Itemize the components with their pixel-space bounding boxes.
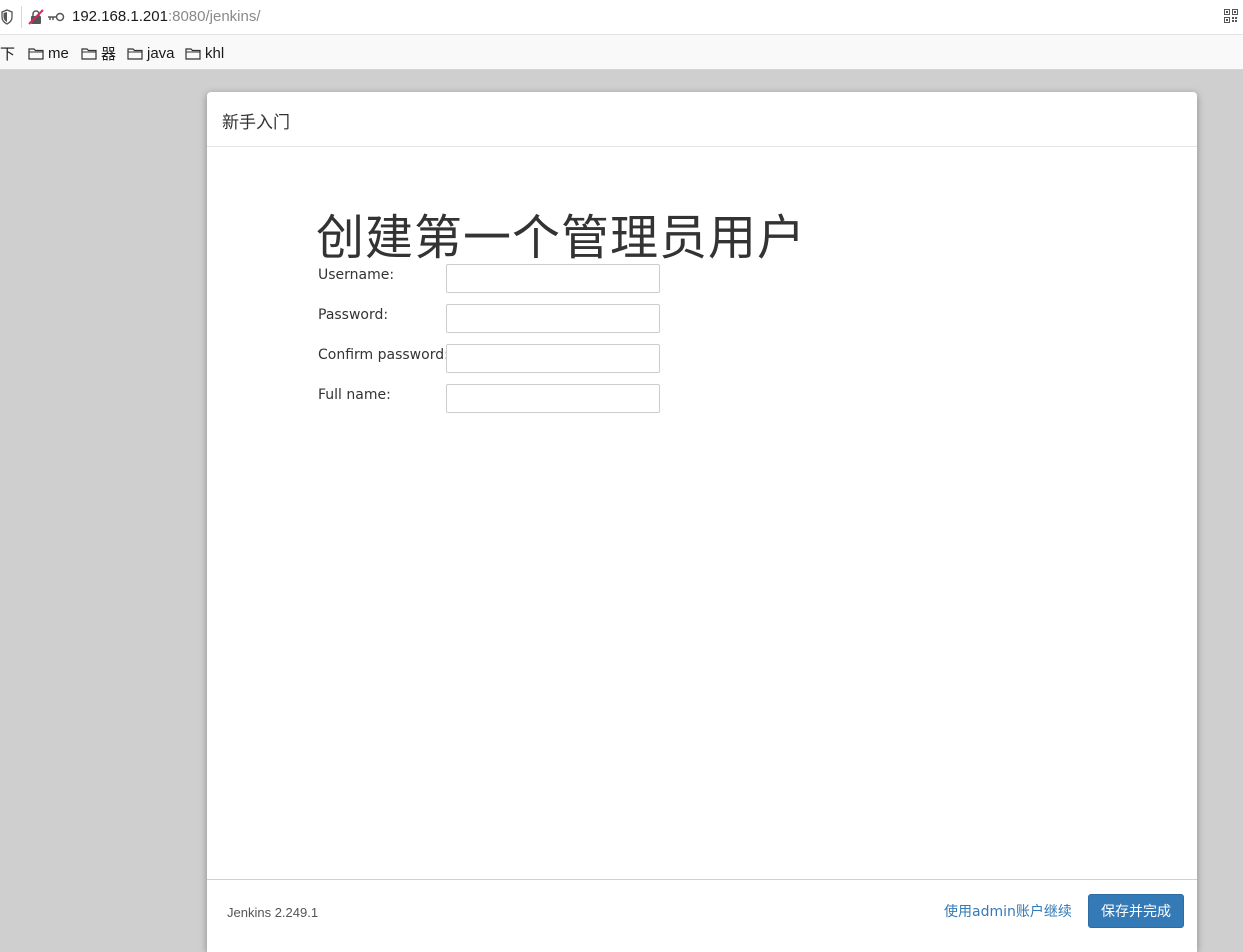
save-and-finish-button[interactable]: 保存并完成 [1088,894,1184,928]
username-label: Username: [318,267,395,283]
qr-code-icon[interactable] [1224,9,1238,23]
password-input[interactable] [446,304,660,333]
folder-icon [28,47,44,60]
folder-icon [81,47,97,60]
bookmark-label: java [147,44,175,62]
url-host: 192.168.1.201 [72,8,168,25]
url-bar[interactable]: 192.168.1.201:8080/jenkins/ [0,0,1243,35]
bookmark-label: me [48,44,69,62]
bookmark-item-3[interactable]: java [127,44,175,62]
url-path: :8080/jenkins/ [167,8,261,25]
full-name-label: Full name: [318,387,391,403]
bookmark-label: 器 [101,45,117,63]
dialog-header: 新手入门 [207,92,1197,147]
setup-wizard-dialog: 新手入门 创建第一个管理员用户 Username: Password: Conf… [207,92,1197,952]
bookmark-item-0[interactable]: 下 [0,44,16,63]
confirm-password-label: Confirm password: [318,347,449,363]
continue-as-admin-link[interactable]: 使用admin账户继续 [944,901,1072,921]
bookmark-label: 下 [0,45,16,63]
page-title: 创建第一个管理员用户 [316,210,807,266]
folder-icon [185,47,201,60]
dialog-title: 新手入门 [222,113,290,133]
jenkins-version: Jenkins 2.249.1 [227,905,319,920]
insecure-lock-icon[interactable] [28,9,44,25]
bookmark-label: khl [205,44,225,62]
confirm-password-input[interactable] [446,344,660,373]
username-input[interactable] [446,264,660,293]
key-icon[interactable] [47,11,65,23]
bookmark-item-4[interactable]: khl [185,44,224,62]
dialog-footer: Jenkins 2.249.1 使用admin账户继续 保存并完成 [207,879,1197,952]
folder-icon [127,47,143,60]
browser-window: 192.168.1.201:8080/jenkins/ 下 me 器 java … [0,0,1243,952]
full-name-input[interactable] [446,384,660,413]
bookmark-item-1[interactable]: me [28,44,69,62]
bookmark-item-2[interactable]: 器 [81,44,117,63]
url-bar-separator [21,6,22,28]
bookmarks-bar: 下 me 器 java khl [0,35,1243,70]
shield-icon[interactable] [1,9,13,25]
url-text[interactable]: 192.168.1.201:8080/jenkins/ [72,8,261,25]
password-label: Password: [318,307,389,323]
